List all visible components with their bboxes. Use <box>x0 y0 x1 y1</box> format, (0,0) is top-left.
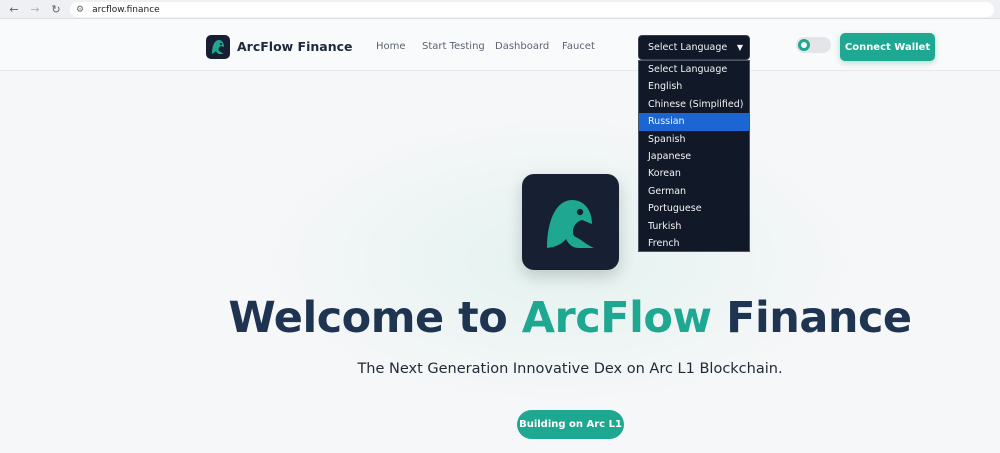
nav-home[interactable]: Home <box>376 41 406 52</box>
nav-dashboard[interactable]: Dashboard <box>495 41 549 52</box>
hero-subtitle: The Next Generation Innovative Dex on Ar… <box>357 361 783 377</box>
language-option[interactable]: Turkish <box>639 218 749 235</box>
chevron-down-icon: ▼ <box>736 43 743 52</box>
address-bar[interactable]: ⚙ arcflow.finance <box>70 2 994 17</box>
hero-title: Welcome to ArcFlow Finance <box>0 293 1000 343</box>
arcflow-logo-icon <box>212 40 224 54</box>
arrow-left-icon[interactable]: ← <box>7 2 21 16</box>
language-select-value: Select Language <box>648 42 728 53</box>
language-option[interactable]: Japanese <box>639 148 749 165</box>
toggle-knob <box>798 39 810 51</box>
language-option[interactable]: French <box>639 235 749 252</box>
reload-icon[interactable]: ↻ <box>49 2 63 16</box>
url-text: arcflow.finance <box>92 4 160 15</box>
site-settings-icon[interactable]: ⚙ <box>76 5 84 15</box>
hero-logo <box>522 174 619 270</box>
hero-title-part1: Welcome to <box>228 293 508 343</box>
language-option[interactable]: Spanish <box>639 131 749 148</box>
brand-name[interactable]: ArcFlow Finance <box>237 39 353 54</box>
building-on-arc-button[interactable]: Building on Arc L1 <box>517 410 624 439</box>
arrow-right-icon[interactable]: → <box>28 2 42 16</box>
arcflow-logo[interactable] <box>206 35 230 59</box>
hero-title-part2: ArcFlow <box>521 293 712 343</box>
language-option[interactable]: German <box>639 183 749 200</box>
language-option[interactable]: Korean <box>639 165 749 182</box>
language-option[interactable]: Portuguese <box>639 200 749 217</box>
language-option[interactable]: English <box>639 78 749 95</box>
browser-toolbar: ← → ↻ ⚙ arcflow.finance <box>0 0 1000 19</box>
language-select[interactable]: Select Language ▼ <box>638 35 750 60</box>
connect-wallet-button[interactable]: Connect Wallet <box>840 33 935 61</box>
arcflow-logo-icon <box>547 200 594 248</box>
nav-start-testing[interactable]: Start Testing <box>422 41 485 52</box>
language-option[interactable]: Chinese (Simplified) <box>639 96 749 113</box>
language-dropdown-list: Select Language English Chinese (Simplif… <box>638 60 750 252</box>
theme-toggle[interactable] <box>796 37 831 53</box>
hero-title-part3: Finance <box>726 293 912 343</box>
nav-faucet[interactable]: Faucet <box>562 41 595 52</box>
language-option[interactable]: Select Language <box>639 61 749 78</box>
app-header: ArcFlow Finance Home Start Testing Dashb… <box>0 20 1000 71</box>
language-option-highlighted[interactable]: Russian <box>639 113 749 131</box>
